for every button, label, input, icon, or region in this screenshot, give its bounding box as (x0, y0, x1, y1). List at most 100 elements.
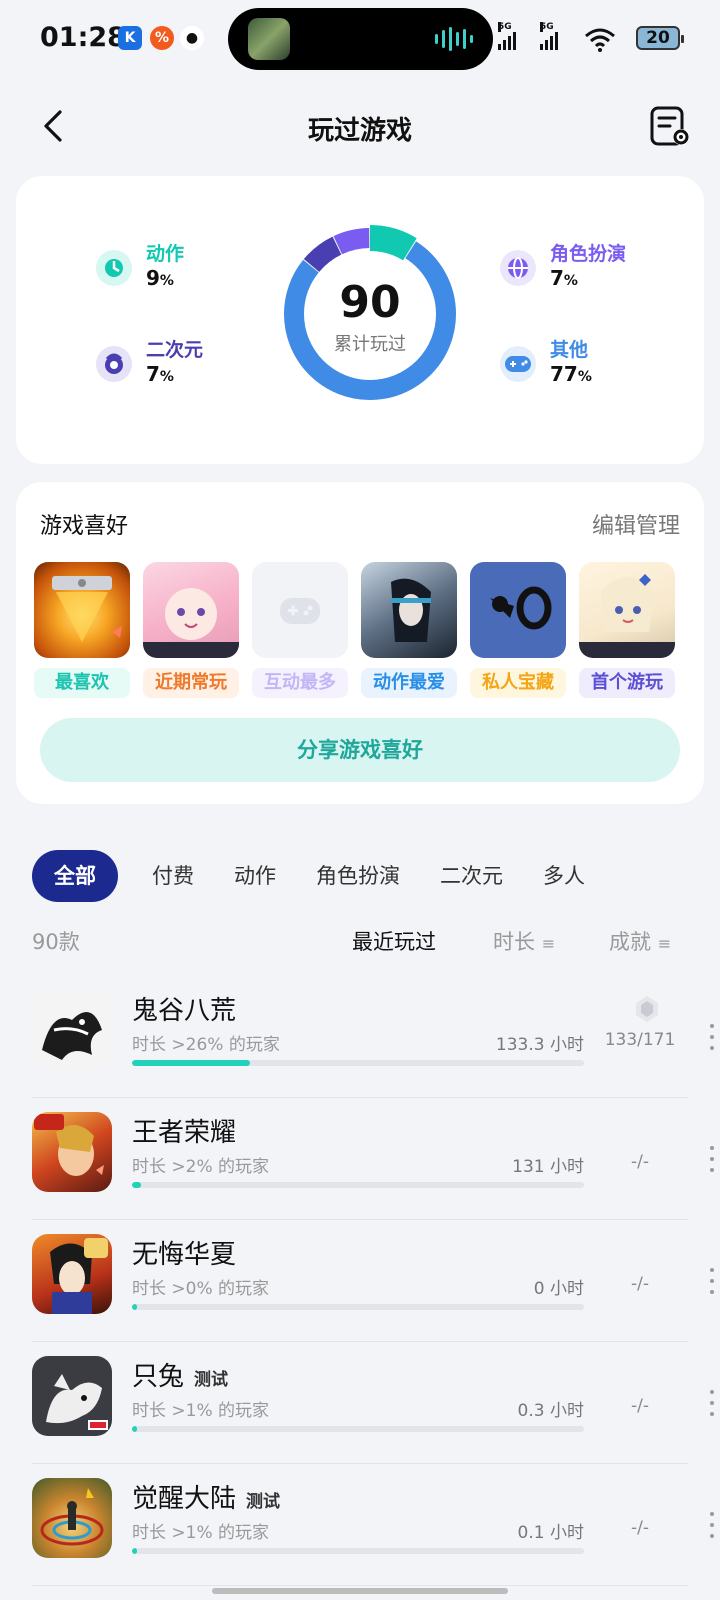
placeholder-gamepad-image (252, 562, 348, 658)
pref-item-favorite[interactable]: 最喜欢 (34, 562, 130, 698)
network-type-1: 5G (498, 22, 512, 32)
category-value: 7% (146, 362, 203, 389)
pref-tag: 动作最爱 (361, 668, 457, 698)
preferences-card: 游戏喜好 编辑管理 最喜欢 近期常玩 互动最多 动作最爱 私人宝藏 首个游玩 分… (16, 482, 704, 804)
game-percentile: 时长 >2% 的玩家 (132, 1157, 270, 1177)
share-preferences-button[interactable]: 分享游戏喜好 (40, 718, 680, 782)
category-unit: % (577, 369, 592, 385)
game-icon (32, 1234, 112, 1314)
game-hours: 0.1 小时 (517, 1523, 584, 1543)
category-rpg: 角色扮演 7% (500, 242, 626, 293)
sort-recent[interactable]: 最近玩过 (352, 926, 436, 956)
pref-item-treasure[interactable]: 私人宝藏 (470, 562, 566, 698)
playtime-fill (132, 1182, 142, 1188)
home-indicator[interactable] (212, 1588, 508, 1594)
pref-tag: 最喜欢 (34, 668, 130, 698)
game-cover-image (34, 562, 130, 658)
page-title: 玩过游戏 (307, 116, 412, 146)
category-percent: 9 (146, 266, 160, 290)
total-played-count: 90 (339, 277, 401, 328)
pref-item-first[interactable]: 首个游玩 (579, 562, 675, 698)
tab-rpg[interactable]: 角色扮演 (316, 850, 400, 902)
game-count: 90款 (32, 930, 80, 954)
sort-duration-label: 时长 (493, 930, 535, 954)
sort-row: 90款 最近玩过 时长 ≡ 成就 ≡ (0, 926, 720, 958)
pref-item-action[interactable]: 动作最爱 (361, 562, 457, 698)
game-cover-image (143, 562, 239, 658)
game-row[interactable]: 只兔 测试 时长 >1% 的玩家 0.3 小时 -/- (32, 1344, 714, 1464)
more-options-icon[interactable] (708, 1512, 716, 1548)
game-percentile: 时长 >1% 的玩家 (132, 1401, 270, 1421)
game-icon (32, 990, 112, 1070)
game-hours: 0 小时 (533, 1279, 584, 1299)
game-name: 鬼谷八荒 (132, 996, 237, 1026)
signal-icon-1: 5G (498, 22, 524, 50)
game-percentile: 时长 >26% 的玩家 (132, 1035, 280, 1055)
battery-icon: 20 (636, 26, 684, 50)
media-thumbnail (248, 18, 290, 60)
dynamic-island[interactable] (228, 8, 493, 70)
category-name: 其他 (550, 339, 589, 361)
settings-list-icon[interactable] (648, 104, 692, 148)
pref-item-recent[interactable]: 近期常玩 (143, 562, 239, 698)
tab-action[interactable]: 动作 (234, 850, 276, 902)
qq-icon: ● (180, 26, 204, 50)
game-cover-image (579, 562, 675, 658)
category-unit: % (563, 273, 578, 289)
more-options-icon[interactable] (708, 1146, 716, 1182)
game-achievement: -/- (631, 1274, 649, 1294)
game-icon (32, 1478, 112, 1558)
playtime-fill (132, 1548, 138, 1554)
category-name: 动作 (146, 243, 185, 265)
playtime-bar (132, 1182, 584, 1188)
more-options-icon[interactable] (708, 1024, 716, 1060)
tab-paid[interactable]: 付费 (152, 850, 194, 902)
preferences-title: 游戏喜好 (40, 514, 129, 539)
game-achievement: 133/171 (604, 1030, 676, 1050)
achievement-trophy-icon (636, 996, 658, 1022)
header: 玩过游戏 (0, 96, 720, 156)
game-percentile: 时长 >1% 的玩家 (132, 1523, 270, 1543)
category-name: 二次元 (146, 339, 204, 361)
game-row[interactable]: 无悔华夏 时长 >0% 的玩家 0 小时 -/- (32, 1222, 714, 1342)
tab-all[interactable]: 全部 (32, 850, 118, 902)
game-name: 王者荣耀 (132, 1118, 237, 1148)
audio-wave-icon (435, 27, 473, 51)
app-k-icon: K (118, 26, 142, 50)
game-name-text: 只兔 (132, 1362, 185, 1392)
game-row[interactable]: 王者荣耀 时长 >2% 的玩家 131 小时 -/- (32, 1100, 714, 1220)
playtime-bar (132, 1548, 584, 1554)
app-notification-icon: % (150, 26, 174, 50)
anime-category-icon (96, 345, 132, 382)
gamepad-category-icon (500, 345, 536, 382)
category-percent: 77 (550, 362, 578, 386)
pref-tag: 私人宝藏 (470, 668, 566, 698)
more-options-icon[interactable] (708, 1390, 716, 1426)
playtime-bar (132, 1304, 584, 1310)
game-name: 觉醒大陆 测试 (132, 1478, 280, 1515)
action-category-icon (96, 249, 132, 286)
sort-achievement[interactable]: 成就 ≡ (609, 926, 671, 956)
pref-item-interactive[interactable]: 互动最多 (252, 562, 348, 698)
category-unit: % (159, 273, 174, 289)
tab-anime[interactable]: 二次元 (440, 850, 503, 902)
sort-icon: ≡ (657, 934, 672, 953)
playtime-fill (132, 1426, 138, 1432)
pref-tag: 首个游玩 (579, 668, 675, 698)
category-unit: % (159, 369, 174, 385)
test-badge: 测试 (246, 1492, 281, 1512)
game-achievement: -/- (631, 1396, 649, 1416)
more-options-icon[interactable] (708, 1268, 716, 1304)
game-hours: 131 小时 (512, 1157, 584, 1177)
game-icon (32, 1356, 112, 1436)
category-value: 9% (146, 266, 184, 293)
edit-manage-link[interactable]: 编辑管理 (592, 508, 680, 540)
game-row[interactable]: 鬼谷八荒 时长 >26% 的玩家 133.3 小时 133/171 (32, 978, 714, 1098)
pref-tag: 互动最多 (252, 668, 348, 698)
tab-multiplayer[interactable]: 多人 (543, 850, 585, 902)
game-row[interactable]: 觉醒大陆 测试 时长 >1% 的玩家 0.1 小时 -/- (32, 1466, 714, 1586)
sort-duration[interactable]: 时长 ≡ (493, 926, 555, 956)
game-name-text: 觉醒大陆 (132, 1484, 237, 1514)
playtime-fill (132, 1060, 250, 1066)
category-action: 动作 9% (96, 242, 184, 293)
